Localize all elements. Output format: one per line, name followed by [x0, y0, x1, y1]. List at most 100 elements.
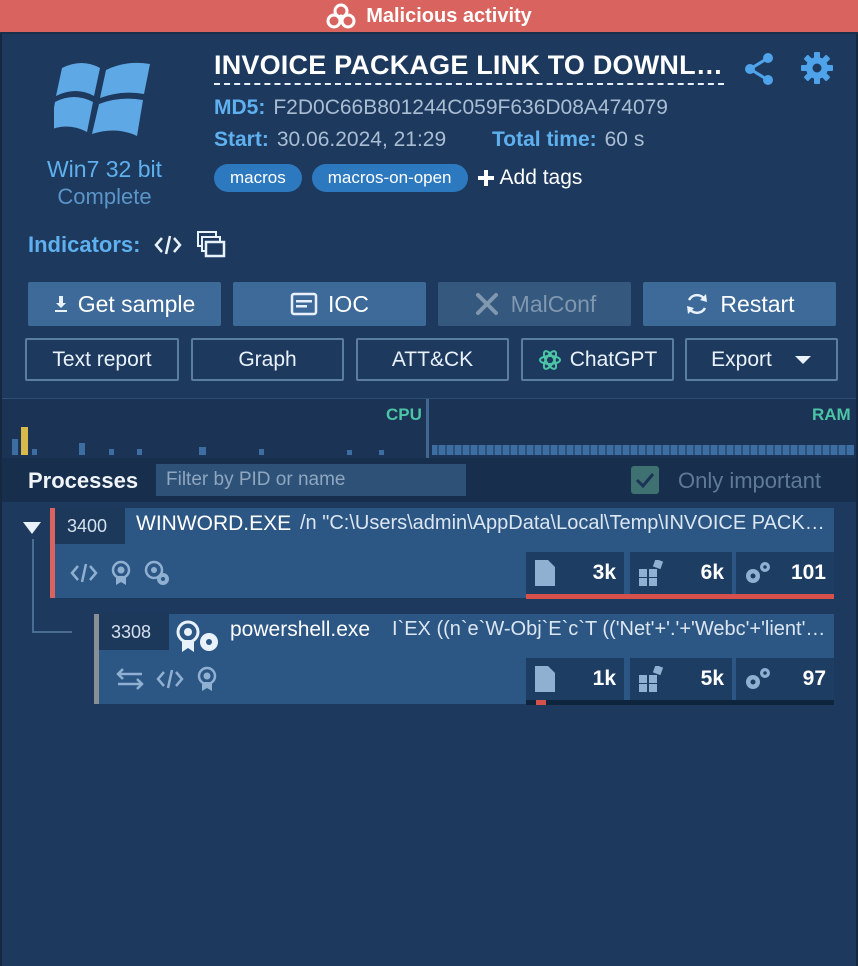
only-important-checkbox[interactable]	[631, 466, 659, 494]
perf-divider[interactable]	[426, 399, 429, 459]
modules-count: 97	[802, 667, 826, 690]
files-stat[interactable]: 1k	[526, 658, 624, 700]
tag-macros-on-open[interactable]: macros-on-open	[311, 164, 468, 192]
process-cmdline: I`EX ((n`e`W-Obj`E`c`T (('Net'+'.'+'Webc…	[392, 618, 828, 640]
tree-connector-horizontal	[32, 631, 72, 633]
process-pid: 3400	[55, 508, 125, 544]
network-arrows-icon	[116, 668, 144, 690]
start-label: Start:	[214, 128, 269, 151]
cpu-label: CPU	[386, 405, 422, 424]
ioc-button[interactable]: IOC	[233, 282, 426, 326]
windows-logo-icon	[54, 62, 150, 136]
files-count: 1k	[592, 667, 616, 690]
analysis-status: Complete	[57, 184, 152, 209]
ram-graph	[432, 445, 854, 455]
only-important-label: Only important	[678, 468, 822, 493]
tools-icon	[475, 293, 498, 315]
process-name: WINWORD.EXE	[136, 512, 292, 535]
graph-button[interactable]: Graph	[191, 338, 344, 381]
verdict-banner: Malicious activity	[0, 0, 858, 34]
process-flags	[70, 560, 170, 586]
get-sample-label: Get sample	[77, 290, 196, 317]
add-tags-label: Add tags	[499, 166, 583, 189]
modules-gears-icon	[746, 668, 770, 689]
registry-count: 6k	[700, 561, 724, 584]
files-count: 3k	[592, 561, 616, 584]
settings-gear-icon[interactable]	[799, 50, 835, 86]
text-report-button[interactable]: Text report	[25, 338, 179, 381]
activity-bar-fill	[536, 700, 546, 705]
modules-stat[interactable]: 97	[736, 658, 834, 700]
total-time-value: 60 s	[604, 128, 645, 151]
task-title[interactable]: INVOICE PACKAGE LINK TO DOWNLOAD.docm	[214, 50, 724, 85]
total-time-line: Total time: 60 s	[492, 128, 644, 152]
process-row-powershell[interactable]: 3308 powershell.exe I`EX ((n`e`W-Obj`E`c…	[94, 614, 834, 705]
registry-icon	[639, 560, 664, 586]
restart-label: Restart	[720, 290, 795, 317]
export-label: Export	[711, 347, 772, 371]
ioc-list-icon	[290, 292, 318, 316]
share-icon[interactable]	[742, 52, 776, 86]
windows-stack-icon[interactable]	[196, 230, 226, 260]
indicators-label: Indicators:	[28, 232, 141, 257]
task-panel: Win7 32 bit Complete INVOICE PACKAGE LIN…	[0, 34, 858, 966]
certificate-icon	[111, 560, 131, 585]
indicators: Indicators:	[28, 230, 226, 260]
ioc-label: IOC	[328, 290, 369, 317]
md5-value[interactable]: F2D0C66B801244C059F636D08A474079	[273, 96, 668, 119]
chatgpt-icon	[538, 349, 561, 370]
text-report-label: Text report	[52, 347, 152, 371]
process-filter-input[interactable]	[156, 464, 466, 496]
modules-stat[interactable]: 101	[736, 552, 834, 594]
activity-bar-fill	[526, 594, 834, 599]
attck-label: ATT&CK	[391, 347, 474, 371]
registry-stat[interactable]: 5k	[630, 658, 732, 700]
tag-macros[interactable]: macros	[214, 164, 302, 192]
process-cmdline: /n "C:\Users\admin\AppData\Local\Temp\IN…	[300, 512, 828, 534]
md5-line: MD5: F2D0C66B801244C059F636D08A474079	[214, 96, 668, 120]
start-line: Start: 30.06.2024, 21:29	[214, 128, 446, 152]
certificate-gear-icon	[144, 560, 169, 585]
process-row-winword[interactable]: 3400 WINWORD.EXE /n "C:\Users\admin\AppD…	[50, 508, 834, 599]
get-sample-button[interactable]: Get sample	[28, 282, 221, 326]
ram-label: RAM	[812, 405, 851, 424]
chatgpt-label: ChatGPT	[569, 347, 658, 371]
code-icon	[70, 563, 98, 583]
code-icon[interactable]	[154, 234, 183, 256]
activity-bar	[526, 594, 834, 599]
code-icon	[156, 669, 184, 689]
registry-icon	[639, 666, 664, 692]
process-pid: 3308	[99, 614, 169, 650]
chatgpt-button[interactable]: ChatGPT	[521, 338, 674, 381]
process-flags	[116, 666, 218, 692]
chevron-down-icon	[794, 355, 811, 364]
export-button[interactable]: Export	[685, 338, 838, 381]
process-badges	[176, 620, 220, 654]
start-value: 30.06.2024, 21:29	[276, 128, 447, 151]
file-icon	[535, 560, 555, 586]
download-icon	[54, 296, 67, 312]
attck-button[interactable]: ATT&CK	[356, 338, 509, 381]
certificate-gear-icon	[176, 620, 218, 652]
file-icon	[535, 666, 555, 692]
modules-count: 101	[790, 561, 826, 584]
plus-icon	[477, 170, 494, 186]
tag-list: macros macros-on-open Add tags	[214, 164, 582, 192]
restart-icon	[687, 293, 708, 315]
malconf-button[interactable]: MalConf	[438, 282, 631, 326]
md5-label: MD5:	[214, 96, 266, 119]
total-time-label: Total time:	[492, 128, 597, 151]
cpu-graph	[12, 427, 384, 455]
malconf-label: MalConf	[510, 290, 597, 317]
processes-title: Processes	[28, 468, 139, 493]
registry-stat[interactable]: 6k	[630, 552, 732, 594]
processes-header: Processes Only important	[2, 458, 856, 502]
add-tags-button[interactable]: Add tags	[477, 166, 583, 190]
biohazard-icon	[326, 3, 356, 29]
performance-graph: CPU RAM	[2, 398, 856, 459]
collapse-caret-icon[interactable]	[22, 521, 42, 535]
files-stat[interactable]: 3k	[526, 552, 624, 594]
restart-button[interactable]: Restart	[643, 282, 836, 326]
verdict-text: Malicious activity	[366, 4, 532, 27]
checkmark-icon	[635, 473, 655, 488]
